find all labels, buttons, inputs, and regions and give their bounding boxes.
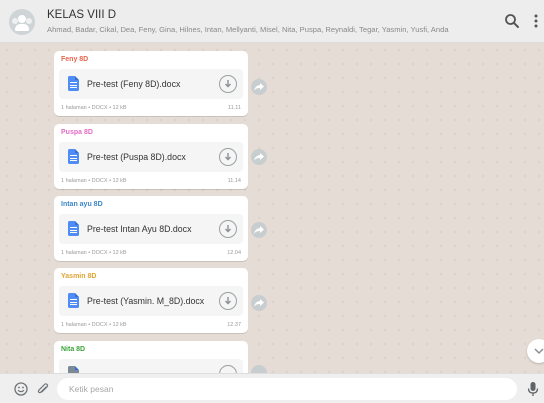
- document-meta: 1 halaman • DOCX • 12 kB: [61, 322, 127, 328]
- chat-header: KELAS VIII D Ahmad, Badar, Cikal, Dea, F…: [0, 0, 544, 43]
- message-bubble: Intan ayu 8D Pre-test Intan Ayu 8D.docx …: [54, 196, 248, 261]
- attach-icon[interactable]: [36, 382, 50, 401]
- emoji-icon[interactable]: [14, 382, 28, 401]
- search-icon[interactable]: [503, 12, 521, 30]
- document-attachment[interactable]: Pre-test Intan Ayu 8D.docx: [59, 214, 243, 244]
- sender-name: Yasmin 8D: [61, 273, 97, 280]
- message-time: 11.11: [228, 105, 241, 111]
- document-name: Pre-test (Feny 8D).docx: [87, 79, 181, 89]
- document-name: Pre-test (Puspa 8D).docx: [87, 152, 186, 162]
- forward-icon[interactable]: [251, 365, 267, 373]
- document-name: Pre-test Intan Ayu 8D.docx: [87, 224, 192, 234]
- sender-name: Feny 8D: [61, 56, 89, 63]
- download-icon[interactable]: [219, 292, 237, 310]
- download-icon[interactable]: [219, 365, 237, 373]
- document-icon: [68, 76, 79, 91]
- message-input[interactable]: [57, 378, 517, 400]
- download-icon[interactable]: [219, 220, 237, 238]
- message-bubble: Yasmin 8D Pre-test (Yasmin. M_8D).docx 1…: [54, 268, 248, 333]
- message-time: 12.37: [227, 322, 241, 328]
- document-meta: 1 halaman • DOCX • 12 kB: [61, 250, 127, 256]
- sender-name: Intan ayu 8D: [61, 201, 103, 208]
- document-icon: [68, 221, 79, 236]
- document-icon: [68, 149, 79, 164]
- document-meta: 1 halaman • DOCX • 12 kB: [61, 105, 127, 111]
- forward-icon[interactable]: [251, 79, 267, 95]
- message-bubble: Nita 8D: [54, 341, 248, 373]
- forward-icon[interactable]: [251, 149, 267, 165]
- scroll-down-button[interactable]: [527, 339, 544, 363]
- message-time: 12.04: [227, 250, 241, 256]
- group-members: Ahmad, Badar, Cikal, Dea, Feny, Gina, Hi…: [47, 25, 449, 34]
- download-icon[interactable]: [219, 148, 237, 166]
- document-attachment[interactable]: Pre-test (Puspa 8D).docx: [59, 142, 243, 172]
- message-bubble: Puspa 8D Pre-test (Puspa 8D).docx 1 hala…: [54, 124, 248, 189]
- chat-area[interactable]: Feny 8D Pre-test (Feny 8D).docx 1 halama…: [0, 43, 544, 373]
- document-attachment[interactable]: [59, 359, 243, 373]
- message-bubble: Feny 8D Pre-test (Feny 8D).docx 1 halama…: [54, 51, 248, 116]
- compose-bar: [0, 373, 544, 403]
- sender-name: Nita 8D: [61, 346, 86, 353]
- document-attachment[interactable]: Pre-test (Yasmin. M_8D).docx: [59, 286, 243, 316]
- forward-icon[interactable]: [251, 222, 267, 238]
- mic-icon[interactable]: [527, 381, 539, 402]
- forward-icon[interactable]: [251, 295, 267, 311]
- document-attachment[interactable]: Pre-test (Feny 8D).docx: [59, 69, 243, 99]
- download-icon[interactable]: [219, 75, 237, 93]
- group-title[interactable]: KELAS VIII D: [47, 9, 116, 21]
- document-meta: 1 halaman • DOCX • 12 kB: [61, 178, 127, 184]
- document-name: Pre-test (Yasmin. M_8D).docx: [87, 296, 205, 306]
- sender-name: Puspa 8D: [61, 129, 93, 136]
- message-time: 11.14: [227, 178, 241, 184]
- document-icon: [68, 293, 79, 308]
- menu-icon[interactable]: [527, 12, 544, 30]
- document-icon: [68, 366, 79, 373]
- group-avatar[interactable]: [9, 9, 35, 35]
